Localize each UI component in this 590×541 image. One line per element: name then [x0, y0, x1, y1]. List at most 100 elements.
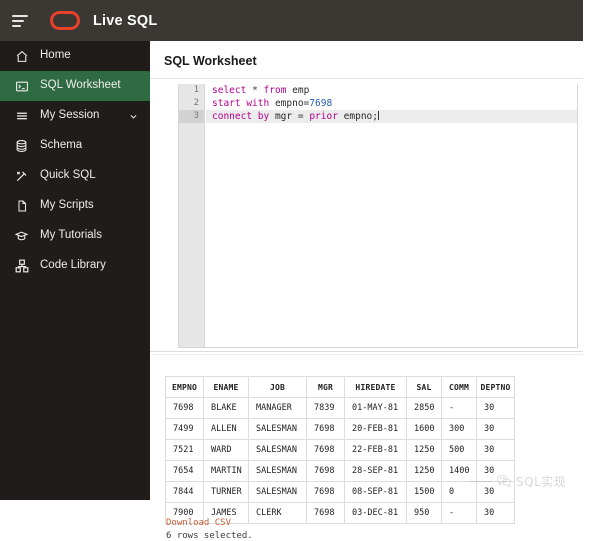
wechat-icon — [496, 474, 512, 488]
cell-sal: 2850 — [406, 397, 442, 419]
cell-job: SALESMAN — [248, 418, 307, 440]
main-content: SQL Worksheet 1 2 3 select * from emp st… — [150, 41, 583, 541]
terminal-icon — [13, 78, 30, 94]
brand-title: Live SQL — [93, 12, 158, 29]
line-number: 1 — [193, 85, 199, 95]
cell-empno: 7521 — [165, 439, 204, 461]
cell-empno: 7698 — [165, 397, 204, 419]
sidebar-item-my-scripts[interactable]: My Scripts — [0, 191, 150, 221]
cell-sal: 1500 — [406, 481, 442, 503]
table-header-row: EMPNO ENAME JOB MGR HIREDATE SAL COMM DE… — [165, 376, 515, 398]
column-header[interactable]: COMM — [441, 376, 477, 398]
document-icon — [13, 198, 30, 214]
sql-editor[interactable]: 1 2 3 select * from emp start with empno… — [178, 84, 578, 348]
sidebar-item-label: Code Library — [40, 259, 106, 272]
cell-comm: 500 — [441, 439, 477, 461]
cell-empno: 7844 — [165, 481, 204, 503]
code-line: start with empno=7698 — [212, 98, 333, 109]
watermark-text: SQL实现 — [516, 474, 567, 489]
sidebar-item-code-library[interactable]: Code Library — [0, 251, 150, 281]
cell-comm: 300 — [441, 418, 477, 440]
sidebar-item-my-session[interactable]: My Session — [0, 101, 150, 131]
text-cursor — [377, 111, 379, 120]
hamburger-icon[interactable] — [12, 13, 34, 29]
line-number: 2 — [193, 98, 199, 108]
cell-mgr: 7698 — [306, 481, 345, 503]
cell-ename: MARTIN — [203, 460, 249, 482]
cell-hiredate: 03-DEC-81 — [344, 502, 407, 524]
sidebar-item-label: Home — [40, 49, 71, 62]
column-header[interactable]: EMPNO — [165, 376, 204, 398]
editor-gutter: 1 2 3 — [179, 84, 205, 347]
table-row[interactable]: 7698 BLAKE MANAGER 7839 01-MAY-81 2850 -… — [165, 397, 515, 419]
line-number: 3 — [179, 110, 204, 123]
cell-comm: - — [441, 502, 477, 524]
watermark-line — [470, 480, 492, 482]
cell-mgr: 7698 — [306, 502, 345, 524]
cell-ename: TURNER — [203, 481, 249, 503]
cell-job: SALESMAN — [248, 481, 307, 503]
column-header[interactable]: HIREDATE — [344, 376, 407, 398]
cell-mgr: 7698 — [306, 439, 345, 461]
column-header[interactable]: MGR — [306, 376, 345, 398]
cell-hiredate: 22-FEB-81 — [344, 439, 407, 461]
app-header: Live SQL — [0, 0, 583, 41]
cell-job: SALESMAN — [248, 460, 307, 482]
panel-divider — [150, 351, 583, 352]
sidebar-item-schema[interactable]: Schema — [0, 131, 150, 161]
code-line: select * from emp — [212, 85, 310, 96]
cell-hiredate: 08-SEP-81 — [344, 481, 407, 503]
cell-job: MANAGER — [248, 397, 307, 419]
cell-sal: 950 — [406, 502, 442, 524]
library-icon — [13, 258, 30, 274]
cell-ename: WARD — [203, 439, 249, 461]
column-header[interactable]: DEPTNO — [476, 376, 515, 398]
cell-mgr: 7839 — [306, 397, 345, 419]
sidebar-item-my-tutorials[interactable]: My Tutorials — [0, 221, 150, 251]
cell-job: CLERK — [248, 502, 307, 524]
rows-status-text: 6 rows selected. — [166, 531, 253, 541]
cell-deptno: 30 — [476, 418, 515, 440]
table-row[interactable]: 7499 ALLEN SALESMAN 7698 20-FEB-81 1600 … — [165, 418, 515, 440]
cell-hiredate: 01-MAY-81 — [344, 397, 407, 419]
download-csv-link[interactable]: Download CSV — [166, 518, 231, 528]
column-header[interactable]: SAL — [406, 376, 442, 398]
cell-ename: ALLEN — [203, 418, 249, 440]
right-margin — [583, 0, 590, 500]
cell-deptno: 30 — [476, 397, 515, 419]
cell-deptno: 30 — [476, 502, 515, 524]
table-row[interactable]: 7521 WARD SALESMAN 7698 22-FEB-81 1250 5… — [165, 439, 515, 461]
panel-divider-shadow — [150, 354, 583, 355]
sidebar-item-home[interactable]: Home — [0, 41, 150, 71]
editor-code-area[interactable]: select * from emp start with empno=7698 … — [206, 84, 577, 347]
cell-job: SALESMAN — [248, 439, 307, 461]
home-icon — [13, 48, 30, 64]
cell-empno: 7499 — [165, 418, 204, 440]
column-header[interactable]: JOB — [248, 376, 307, 398]
chevron-down-icon[interactable] — [129, 112, 138, 121]
cell-ename: BLAKE — [203, 397, 249, 419]
sidebar-item-label: SQL Worksheet — [40, 79, 121, 92]
list-icon — [13, 108, 30, 124]
cell-hiredate: 28-SEP-81 — [344, 460, 407, 482]
table-row[interactable]: 7654 MARTIN SALESMAN 7698 28-SEP-81 1250… — [165, 460, 515, 482]
watermark: SQL实现 — [470, 470, 588, 492]
sidebar-item-label: My Session — [40, 109, 100, 122]
graduation-icon — [13, 228, 30, 244]
cell-sal: 1250 — [406, 439, 442, 461]
column-header[interactable]: ENAME — [203, 376, 249, 398]
sidebar-item-quick-sql[interactable]: Quick SQL — [0, 161, 150, 191]
sidebar-item-label: My Tutorials — [40, 229, 102, 242]
oracle-logo-icon — [50, 11, 80, 30]
cell-mgr: 7698 — [306, 460, 345, 482]
sidebar-item-sql-worksheet[interactable]: SQL Worksheet — [0, 71, 150, 101]
title-divider — [150, 78, 583, 79]
cell-deptno: 30 — [476, 439, 515, 461]
sidebar-item-label: Quick SQL — [40, 169, 96, 182]
sidebar-item-label: Schema — [40, 139, 83, 152]
wand-icon — [13, 168, 30, 184]
table-row[interactable]: 7844 TURNER SALESMAN 7698 08-SEP-81 1500… — [165, 481, 515, 503]
cell-sal: 1250 — [406, 460, 442, 482]
cell-comm: - — [441, 397, 477, 419]
cell-mgr: 7698 — [306, 418, 345, 440]
